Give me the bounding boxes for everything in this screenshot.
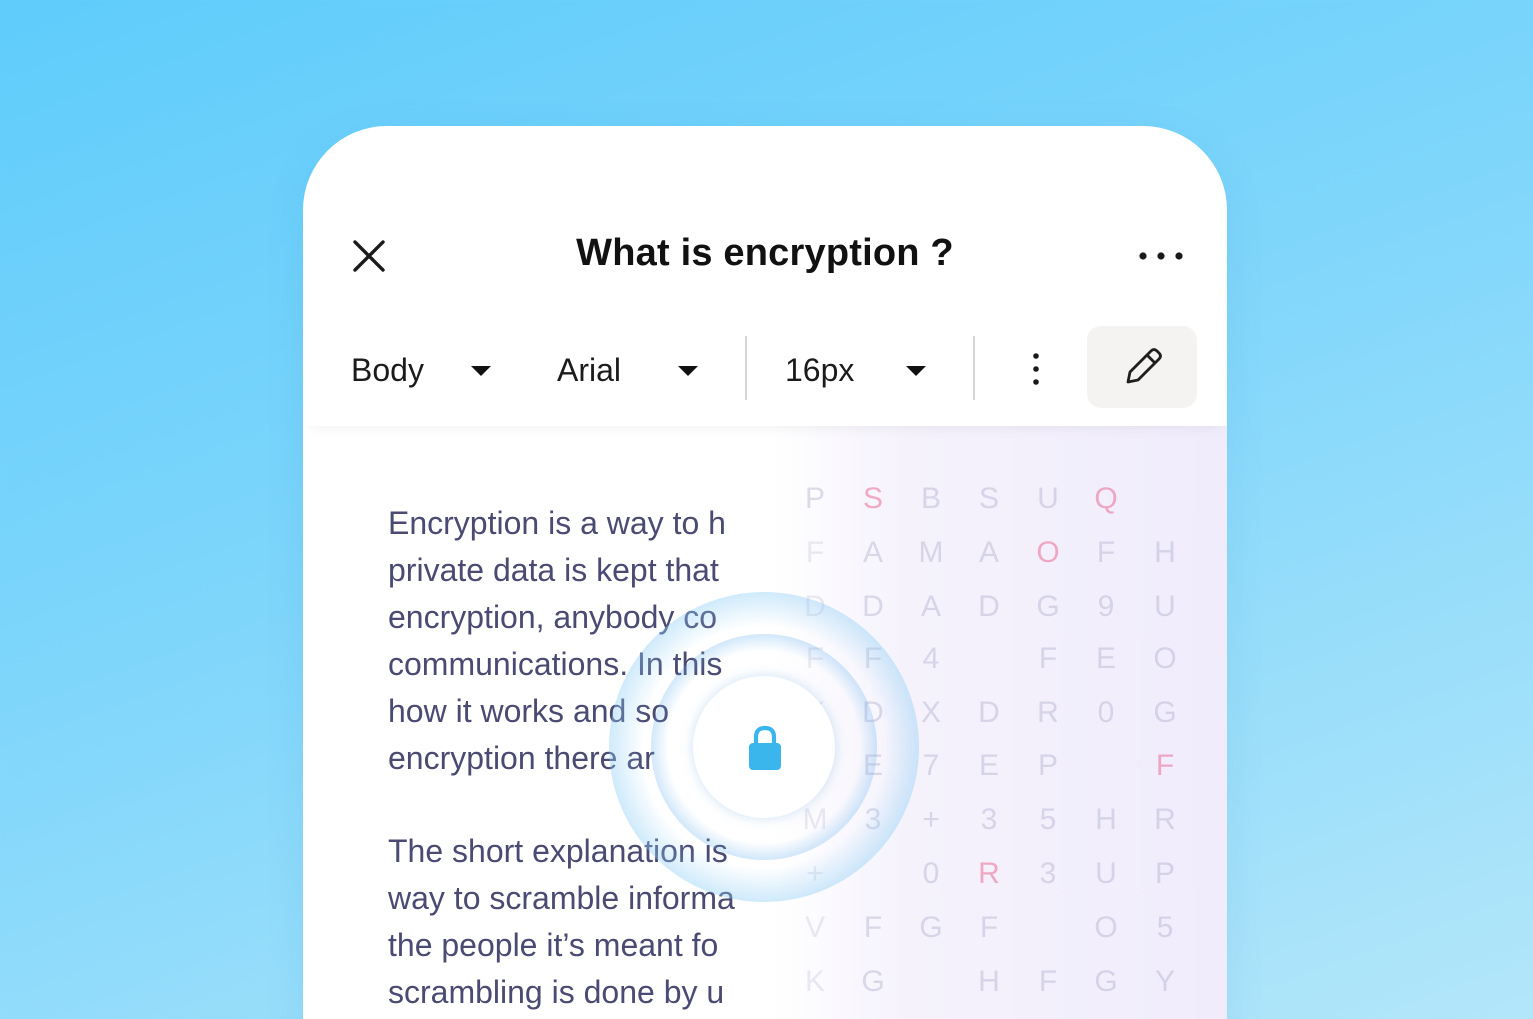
cipher-char: H xyxy=(1095,803,1117,836)
editor-card: What is encryption ? Body Arial 16px P S… xyxy=(303,126,1227,1019)
cipher-char: H xyxy=(978,965,1000,998)
font-dropdown[interactable]: Arial xyxy=(557,348,707,392)
style-dropdown-value: Body xyxy=(351,351,424,388)
cipher-char: D xyxy=(978,590,1000,623)
cipher-char: E xyxy=(1095,642,1116,675)
cipher-char: F xyxy=(1096,536,1116,569)
text-line: the people it’s meant fo xyxy=(388,927,719,963)
cipher-char: H xyxy=(1154,536,1176,569)
cipher-char: R xyxy=(1037,696,1059,729)
page-title: What is encryption ? xyxy=(576,232,954,274)
more-vertical-icon xyxy=(1033,353,1039,385)
style-dropdown[interactable]: Body xyxy=(351,348,501,392)
cipher-char: 0 xyxy=(1097,696,1115,729)
text-line: scrambling is done by u xyxy=(388,974,725,1010)
text-line: Encryption is a way to h xyxy=(388,505,726,541)
cipher-char: 5 xyxy=(1156,911,1174,944)
cipher-char: F xyxy=(1155,749,1175,782)
font-size-dropdown[interactable]: 16px xyxy=(785,348,935,392)
cipher-char: U xyxy=(1095,857,1117,890)
cipher-char: F xyxy=(863,911,883,944)
cipher-char: A xyxy=(862,536,883,569)
cipher-char: B xyxy=(920,482,941,515)
toolbar-more-button[interactable] xyxy=(1021,352,1051,388)
cipher-char: S xyxy=(862,482,883,515)
cipher-char: R xyxy=(978,857,1000,890)
chevron-down-icon xyxy=(906,366,926,376)
cipher-char: U xyxy=(1037,482,1059,515)
close-icon xyxy=(353,240,385,272)
cipher-char: P xyxy=(1154,857,1175,890)
more-horizontal-icon xyxy=(1139,252,1183,260)
cipher-char: V xyxy=(804,911,825,944)
cipher-char: U xyxy=(1154,590,1176,623)
close-button[interactable] xyxy=(347,234,391,278)
cipher-char: F xyxy=(805,536,825,569)
toolbar-divider xyxy=(745,336,747,400)
cipher-char: G xyxy=(861,965,885,998)
toolbar-divider xyxy=(973,336,975,400)
cipher-char: O xyxy=(1036,536,1060,569)
encryption-lock-badge xyxy=(609,592,919,902)
cipher-char: 3 xyxy=(980,803,998,836)
text-line: private data is kept that xyxy=(388,552,719,588)
cipher-char: R xyxy=(1154,803,1176,836)
document-content: PSBSUQFAMAOFHDDADG9UFF4FEOXDXDR0GHE7EPFM… xyxy=(303,426,1227,1019)
cipher-char: G xyxy=(919,911,943,944)
more-options-button[interactable] xyxy=(1131,238,1191,274)
cipher-char: S xyxy=(978,482,999,515)
font-dropdown-value: Arial xyxy=(557,351,622,388)
cipher-char: F xyxy=(1038,642,1058,675)
cipher-char: 3 xyxy=(1039,857,1057,890)
cipher-char: F xyxy=(1038,965,1058,998)
cipher-char: G xyxy=(1036,590,1060,623)
cipher-char: F xyxy=(979,911,999,944)
pencil-icon xyxy=(1126,348,1162,384)
cipher-char: G xyxy=(1153,696,1177,729)
cipher-char: K xyxy=(804,965,825,998)
font-size-dropdown-value: 16px xyxy=(785,351,855,388)
cipher-char: 9 xyxy=(1097,590,1115,623)
cipher-char: E xyxy=(978,749,999,782)
chevron-down-icon xyxy=(678,366,698,376)
cipher-char: G xyxy=(1094,965,1118,998)
lock-icon xyxy=(749,725,781,770)
cipher-char: A xyxy=(978,536,999,569)
chevron-down-icon xyxy=(471,366,491,376)
header: What is encryption ? xyxy=(303,126,1227,326)
cipher-char: D xyxy=(978,696,1000,729)
cipher-char: 5 xyxy=(1039,803,1057,836)
edit-button[interactable] xyxy=(1087,326,1197,408)
cipher-char: P xyxy=(804,482,825,515)
cipher-char: O xyxy=(1094,911,1118,944)
cipher-char: O xyxy=(1153,642,1177,675)
cipher-char: Q xyxy=(1094,482,1118,515)
cipher-char: Y xyxy=(1154,965,1175,998)
cipher-char: M xyxy=(918,536,944,569)
cipher-char: P xyxy=(1037,749,1058,782)
